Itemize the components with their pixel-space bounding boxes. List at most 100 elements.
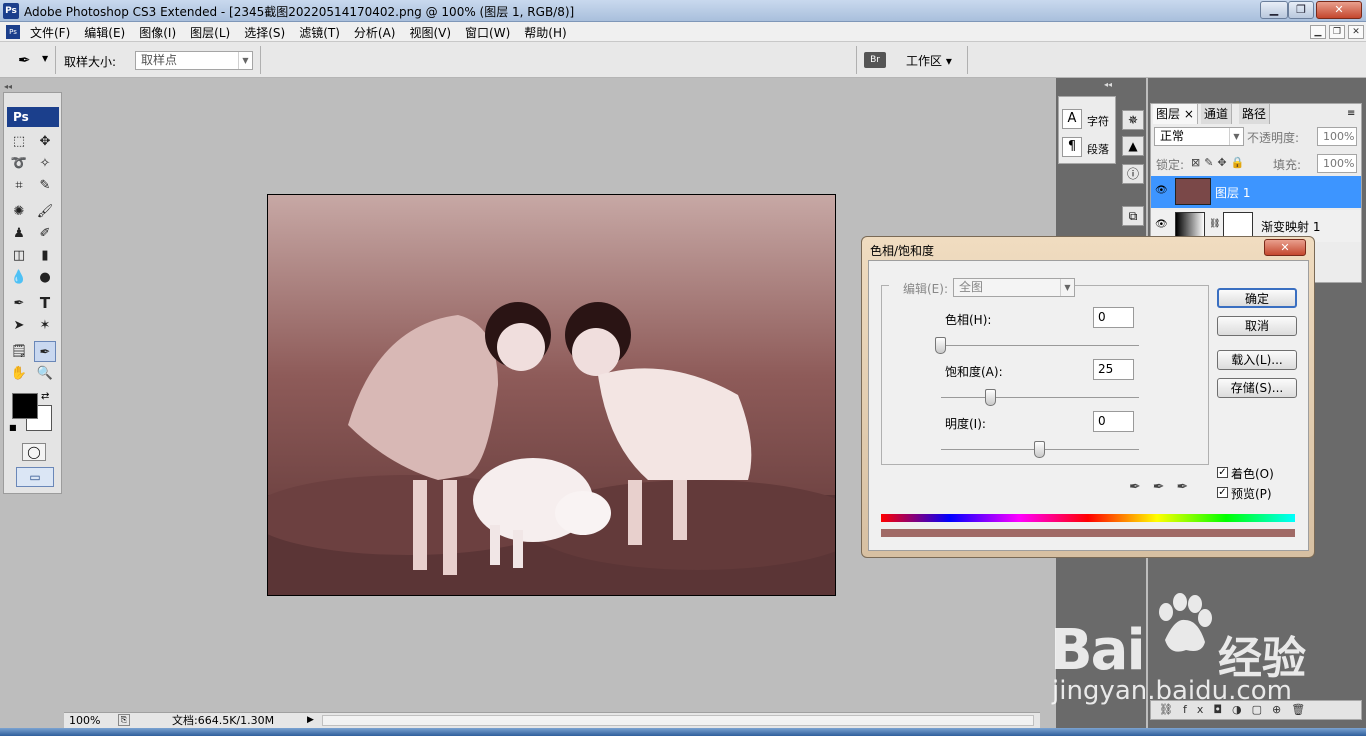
panel-menu-icon[interactable]: ≡ — [1347, 108, 1355, 119]
navigator-icon[interactable]: ✵ — [1122, 110, 1144, 130]
horizontal-scrollbar[interactable] — [322, 715, 1034, 726]
saturation-slider-track[interactable] — [941, 397, 1139, 398]
zoom-tool-icon[interactable]: 🔍 — [34, 363, 56, 384]
menu-help[interactable]: 帮助(H) — [524, 24, 566, 41]
tab-layers[interactable]: 图层 × — [1153, 104, 1198, 124]
menu-select[interactable]: 选择(S) — [244, 24, 285, 41]
save-button[interactable]: 存储(S)... — [1217, 378, 1297, 398]
gradient-tool-icon[interactable]: ▮ — [34, 245, 56, 266]
colorize-checkbox[interactable]: ✓ — [1217, 467, 1228, 478]
sample-size-label: 取样大小: — [64, 55, 117, 69]
quick-mask-icon[interactable]: ◯ — [22, 443, 46, 461]
fill-input[interactable]: 100% — [1317, 154, 1357, 173]
ok-button[interactable]: 确定 — [1217, 288, 1297, 308]
magic-wand-tool-icon[interactable]: ✧ — [34, 153, 56, 174]
preview-checkbox[interactable]: ✓ — [1217, 487, 1228, 498]
edit-dropdown[interactable]: 全图 ▼ — [953, 278, 1075, 297]
minimize-icon[interactable]: ▁ — [1260, 1, 1288, 19]
marquee-tool-icon[interactable]: ⬚ — [8, 131, 30, 152]
lock-label: 锁定: — [1156, 158, 1185, 172]
saturation-input[interactable]: 25 — [1093, 359, 1134, 380]
hue-slider-thumb[interactable] — [935, 337, 946, 354]
screen-mode-icon[interactable]: ▭ — [16, 467, 54, 487]
tab-paths[interactable]: 路径 — [1239, 104, 1271, 124]
layer-name[interactable]: 图层 1 — [1215, 184, 1250, 201]
type-tool-icon[interactable]: T — [34, 293, 56, 314]
menu-edit[interactable]: 编辑(E) — [84, 24, 125, 41]
cancel-button[interactable]: 取消 — [1217, 316, 1297, 336]
lasso-tool-icon[interactable]: ➰ — [8, 153, 30, 174]
pen-tool-icon[interactable]: ✒ — [8, 293, 30, 314]
blur-tool-icon[interactable]: 💧 — [8, 267, 30, 288]
menu-filter[interactable]: 滤镜(T) — [299, 24, 340, 41]
menu-file[interactable]: 文件(F) — [30, 24, 70, 41]
tool-preset-chevron-icon[interactable]: ▼ — [42, 54, 48, 63]
dodge-tool-icon[interactable]: ● — [34, 267, 56, 288]
opacity-input[interactable]: 100% — [1317, 127, 1357, 146]
eyedropper-tool-icon[interactable]: ✒ — [18, 51, 31, 69]
lightness-slider-thumb[interactable] — [1034, 441, 1045, 458]
collapse-arrows-icon[interactable]: ◂◂ — [1104, 80, 1112, 89]
status-icon[interactable]: ⎘ — [118, 714, 130, 726]
visibility-eye-icon[interactable]: 👁 — [1155, 219, 1168, 230]
saturation-slider-thumb[interactable] — [984, 389, 996, 406]
tab-channels[interactable]: 通道 — [1201, 104, 1233, 124]
dialog-title: 色相/饱和度 — [870, 244, 935, 258]
clone-stamp-tool-icon[interactable]: ♟ — [8, 223, 30, 244]
load-button[interactable]: 载入(L)... — [1217, 350, 1297, 370]
path-selection-tool-icon[interactable]: ➤ — [8, 315, 30, 336]
healing-brush-tool-icon[interactable]: ✺ — [8, 201, 30, 222]
menu-analysis[interactable]: 分析(A) — [354, 24, 396, 41]
default-colors-icon[interactable]: ■ — [9, 423, 17, 432]
slice-tool-icon[interactable]: ✎ — [34, 175, 56, 196]
chevron-down-icon: ▼ — [238, 52, 252, 69]
swap-colors-icon[interactable]: ⇄ — [41, 391, 49, 402]
saturation-label: 饱和度(A): — [945, 365, 1003, 379]
menu-image[interactable]: 图像(I) — [139, 24, 176, 41]
workspace-button[interactable]: 工作区 ▾ — [906, 52, 952, 69]
eraser-tool-icon[interactable]: ◫ — [8, 245, 30, 266]
sample-size-dropdown[interactable]: 取样点 ▼ — [135, 51, 253, 70]
move-tool-icon[interactable]: ✥ — [34, 131, 56, 152]
hue-input[interactable]: 0 — [1093, 307, 1134, 328]
shape-tool-icon[interactable]: ✶ — [34, 315, 56, 336]
history-brush-tool-icon[interactable]: ✐ — [34, 223, 56, 244]
bridge-icon[interactable]: Br — [864, 52, 886, 68]
eyedropper-icons[interactable]: ✒✒✒ — [1129, 479, 1200, 495]
visibility-eye-icon[interactable]: 👁 — [1155, 185, 1168, 196]
doc-close-icon[interactable]: ✕ — [1348, 25, 1364, 39]
zoom-level[interactable]: 100% — [69, 713, 100, 728]
eyedropper-tool-icon[interactable]: ✒ — [34, 341, 56, 362]
character-label[interactable]: 字符 — [1087, 113, 1109, 129]
info-icon[interactable]: ⓘ — [1122, 164, 1144, 184]
menu-layer[interactable]: 图层(L) — [190, 24, 230, 41]
menu-view[interactable]: 视图(V) — [409, 24, 451, 41]
status-menu-arrow-icon[interactable]: ▶ — [307, 713, 314, 728]
foreground-color-swatch-front[interactable] — [12, 393, 38, 419]
dialog-close-icon[interactable]: ✕ — [1264, 239, 1306, 256]
lightness-input[interactable]: 0 — [1093, 411, 1134, 432]
notes-tool-icon[interactable]: 🗒 — [8, 341, 30, 362]
brush-tool-icon[interactable]: 🖌 — [34, 201, 56, 222]
doc-restore-icon[interactable]: ❐ — [1329, 25, 1345, 39]
layer-name[interactable]: 渐变映射 1 — [1261, 218, 1320, 235]
blend-mode-dropdown[interactable]: 正常 ▼ — [1154, 127, 1244, 146]
crop-tool-icon[interactable]: ⌗ — [8, 175, 30, 196]
paragraph-label[interactable]: 段落 — [1087, 141, 1109, 157]
character-icon[interactable]: A — [1062, 109, 1082, 129]
history-icon[interactable]: ⧉ — [1122, 206, 1144, 226]
divider — [856, 46, 857, 74]
collapse-arrows-icon[interactable]: ◂◂ — [4, 82, 12, 91]
histogram-icon[interactable]: ▲ — [1122, 136, 1144, 156]
document-canvas[interactable] — [267, 194, 836, 596]
menu-window[interactable]: 窗口(W) — [465, 24, 510, 41]
close-icon[interactable]: ✕ — [1316, 1, 1362, 19]
doc-minimize-icon[interactable]: ▁ — [1310, 25, 1326, 39]
divider — [260, 46, 261, 74]
maximize-icon[interactable]: ❐ — [1288, 1, 1314, 19]
hue-slider-track[interactable] — [941, 345, 1139, 346]
lock-icons[interactable]: ⊠✎✥🔒 — [1191, 156, 1248, 169]
layer-row[interactable]: 👁 图层 1 — [1151, 176, 1361, 208]
hand-tool-icon[interactable]: ✋ — [8, 363, 30, 384]
paragraph-icon[interactable]: ¶ — [1062, 137, 1082, 157]
